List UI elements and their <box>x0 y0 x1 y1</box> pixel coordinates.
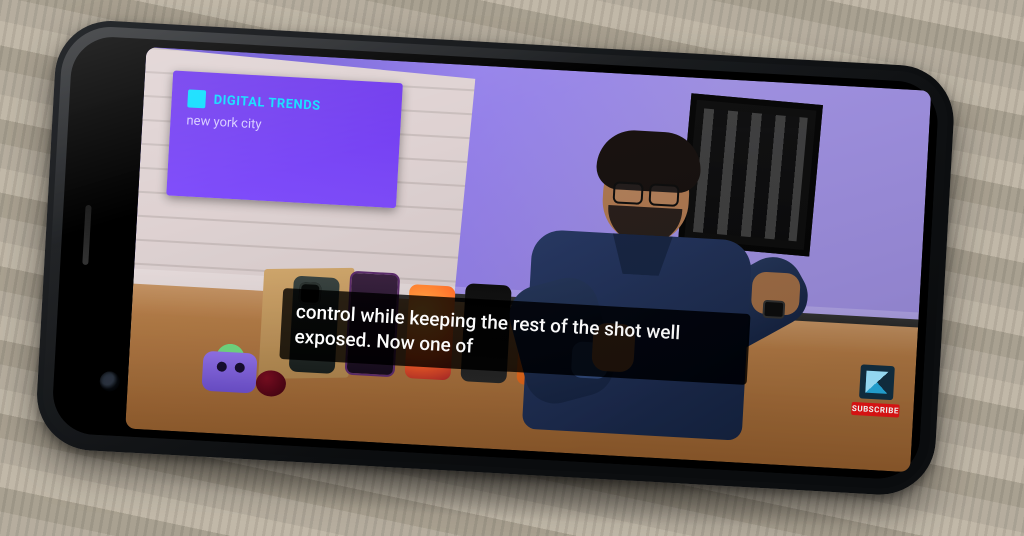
phone-body: DIGITAL TRENDS new york city <box>34 18 957 498</box>
wristwatch-icon <box>762 300 785 319</box>
caption-text: control while keeping the rest of the sh… <box>294 299 681 358</box>
video-player[interactable]: DIGITAL TRENDS new york city <box>125 47 931 472</box>
presenter <box>492 107 789 442</box>
subscribe-logo-icon <box>859 364 895 400</box>
smartphone: DIGITAL TRENDS new york city <box>34 18 957 498</box>
glasses-icon <box>613 181 680 205</box>
channel-location: new york city <box>186 113 385 139</box>
tv-overlay: DIGITAL TRENDS new york city <box>166 71 403 209</box>
subscribe-badge[interactable]: SUBSCRIBE <box>851 364 902 418</box>
subscribe-label[interactable]: SUBSCRIBE <box>851 402 900 418</box>
channel-logo-icon <box>187 89 206 108</box>
plant-pot <box>201 351 257 394</box>
phone-screen[interactable]: DIGITAL TRENDS new york city <box>125 47 931 472</box>
tabletop-scene: DIGITAL TRENDS new york city <box>0 0 1024 536</box>
channel-name: DIGITAL TRENDS <box>213 92 321 113</box>
